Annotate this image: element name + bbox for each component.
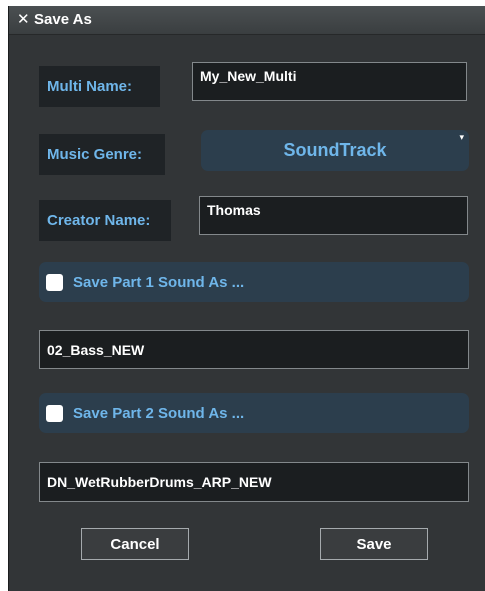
save-part-1-row[interactable]: Save Part 1 Sound As ... [39, 262, 469, 302]
part-2-sound-name-input[interactable]: DN_WetRubberDrums_ARP_NEW [39, 462, 469, 502]
save-as-dialog: ✕ Save As Multi Name: My_New_Multi Music… [8, 6, 485, 591]
title-bar: ✕ Save As [9, 6, 485, 35]
cancel-button[interactable]: Cancel [81, 528, 189, 560]
multi-name-input[interactable]: My_New_Multi [192, 62, 467, 101]
save-part-1-checkbox[interactable] [46, 273, 63, 291]
part-1-sound-name-input[interactable]: 02_Bass_NEW [39, 330, 469, 369]
creator-name-input[interactable]: Thomas [199, 196, 468, 235]
save-part-2-label: Save Part 2 Sound As ... [73, 404, 245, 422]
save-part-2-row[interactable]: Save Part 2 Sound As ... [39, 393, 469, 433]
dialog-title: Save As [34, 11, 92, 28]
dropdown-arrow-icon: ▾ [459, 132, 464, 142]
music-genre-label: Music Genre: [39, 134, 165, 175]
creator-name-label: Creator Name: [39, 200, 171, 241]
save-button[interactable]: Save [320, 528, 428, 560]
save-part-1-label: Save Part 1 Sound As ... [73, 273, 245, 291]
music-genre-dropdown[interactable]: SoundTrack ▾ [201, 130, 469, 171]
save-part-2-checkbox[interactable] [46, 404, 63, 422]
close-icon[interactable]: ✕ [17, 11, 30, 29]
multi-name-label: Multi Name: [39, 66, 160, 107]
music-genre-selected-value: SoundTrack [283, 140, 387, 160]
